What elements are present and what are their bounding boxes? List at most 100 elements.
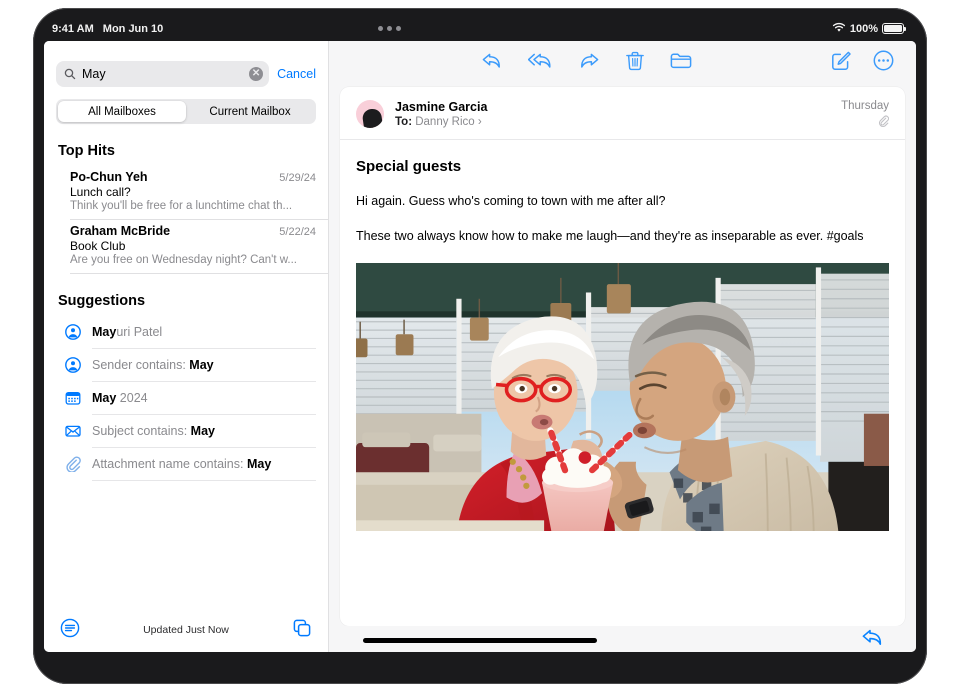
message-paragraph: Hi again. Guess who's coming to town wit… xyxy=(356,192,889,210)
suggestion-label: May 2024 xyxy=(92,391,148,405)
suggestion-match: May xyxy=(191,424,215,438)
message-detail-pane: Jasmine Garcia To: Danny Rico › Thursday xyxy=(329,41,916,652)
filter-lines-circle-icon[interactable] xyxy=(60,618,80,643)
suggestion-label: Sender contains: May xyxy=(92,358,214,372)
suggestions-heading: Suggestions xyxy=(44,274,328,316)
battery-full-icon xyxy=(882,23,904,34)
reply-arrow-icon[interactable] xyxy=(861,627,883,652)
suggestion-row-date[interactable]: May 2024 xyxy=(44,382,328,414)
message-header: Jasmine Garcia To: Danny Rico › Thursday xyxy=(340,87,905,140)
top-hit-subject: Lunch call? xyxy=(70,185,316,199)
top-hit-header: Po-Chun Yeh 5/29/24 xyxy=(70,170,316,184)
message-body: Special guests Hi again. Guess who's com… xyxy=(340,140,905,626)
message-meta: Thursday xyxy=(841,100,889,128)
status-bar-right: 100% xyxy=(832,22,916,36)
suggestion-match: May xyxy=(189,358,213,372)
avatar-hair xyxy=(362,108,384,128)
suggestion-rest: uri Patel xyxy=(116,325,162,339)
person-circle-icon xyxy=(64,357,81,374)
top-hit-preview: Are you free on Wednesday night? Can't w… xyxy=(70,254,316,266)
trash-icon[interactable] xyxy=(626,51,644,76)
compose-actions-group xyxy=(831,50,894,76)
suggestion-row-contact[interactable]: Mayuri Patel xyxy=(44,316,328,348)
message-toolbar xyxy=(329,41,916,85)
magnifier-icon xyxy=(64,68,76,80)
message-photo-attachment[interactable] xyxy=(356,263,889,531)
more-ellipsis-circle-icon[interactable] xyxy=(873,50,894,76)
suggestion-row-subject-contains[interactable]: Subject contains: May xyxy=(44,415,328,447)
message-from-block: Jasmine Garcia To: Danny Rico › xyxy=(395,100,830,128)
search-results-list: Top Hits Po-Chun Yeh 5/29/24 Lunch call?… xyxy=(44,124,328,608)
calendar-icon xyxy=(64,390,81,407)
multitasking-dots-icon[interactable] xyxy=(378,26,401,31)
battery-level xyxy=(884,25,902,32)
segment-all-mailboxes[interactable]: All Mailboxes xyxy=(58,101,186,122)
copy-stack-icon[interactable] xyxy=(292,618,312,643)
suggestion-match: May xyxy=(247,457,271,471)
mailbox-scope-segmented-control[interactable]: All Mailboxes Current Mailbox xyxy=(56,99,316,124)
forward-arrow-icon[interactable] xyxy=(579,51,600,75)
search-area: May ✕ Cancel xyxy=(44,41,328,87)
reply-arrow-icon[interactable] xyxy=(481,51,502,75)
search-input[interactable]: May ✕ xyxy=(56,61,269,87)
dot xyxy=(387,26,392,31)
status-time: 9:41 AM xyxy=(52,23,94,35)
top-hits-heading: Top Hits xyxy=(44,124,328,166)
suggestion-row-attachment-contains[interactable]: Attachment name contains: May xyxy=(44,448,328,480)
suggestion-prefix: Subject contains: xyxy=(92,424,191,438)
paperclip-icon xyxy=(841,115,889,128)
message-card: Jasmine Garcia To: Danny Rico › Thursday xyxy=(340,87,905,626)
dot xyxy=(378,26,383,31)
message-actions-group xyxy=(481,51,692,76)
list-divider xyxy=(92,480,316,481)
diner-photo xyxy=(356,263,889,531)
to-label: To: xyxy=(395,116,412,128)
suggestion-match: May xyxy=(92,325,116,339)
home-indicator xyxy=(363,638,597,643)
suggestion-match: May xyxy=(92,391,116,405)
top-hit-date: 5/22/24 xyxy=(279,226,316,238)
sidebar-bottom-toolbar: Updated Just Now xyxy=(44,608,328,652)
folder-icon[interactable] xyxy=(670,51,692,75)
top-hit-date: 5/29/24 xyxy=(279,172,316,184)
message-paragraph: These two always know how to make me lau… xyxy=(356,227,889,245)
suggestion-prefix: Sender contains: xyxy=(92,358,189,372)
paperclip-icon xyxy=(64,456,81,473)
updated-status-label: Updated Just Now xyxy=(44,624,328,636)
reply-all-arrow-icon[interactable] xyxy=(528,51,553,75)
search-row: May ✕ Cancel xyxy=(56,61,316,87)
top-hit-row[interactable]: Graham McBride 5/22/24 Book Club Are you… xyxy=(44,220,328,273)
envelope-icon xyxy=(64,423,81,440)
top-hit-header: Graham McBride 5/22/24 xyxy=(70,224,316,238)
status-date: Mon Jun 10 xyxy=(103,23,164,35)
ipad-device-frame: 9:41 AM Mon Jun 10 100% xyxy=(33,8,927,684)
top-hit-sender: Po-Chun Yeh xyxy=(70,170,279,184)
suggestion-label: Mayuri Patel xyxy=(92,325,162,339)
avatar xyxy=(356,100,384,128)
search-input-value: May xyxy=(82,67,243,81)
message-subject: Special guests xyxy=(356,158,889,175)
suggestion-label: Subject contains: May xyxy=(92,424,215,438)
message-recipient-line[interactable]: To: Danny Rico › xyxy=(395,116,830,128)
suggestion-label: Attachment name contains: May xyxy=(92,457,271,471)
person-circle-icon xyxy=(64,324,81,341)
mailbox-search-sidebar: May ✕ Cancel All Mailboxes Current Mailb… xyxy=(44,41,329,652)
top-hit-row[interactable]: Po-Chun Yeh 5/29/24 Lunch call? Think yo… xyxy=(44,166,328,219)
cancel-button[interactable]: Cancel xyxy=(277,67,316,81)
wifi-icon xyxy=(832,22,846,36)
chevron-right-icon: › xyxy=(478,116,482,128)
split-view: May ✕ Cancel All Mailboxes Current Mailb… xyxy=(44,41,916,652)
recipient-name: Danny Rico xyxy=(415,116,474,128)
top-hit-subject: Book Club xyxy=(70,239,316,253)
dot xyxy=(396,26,401,31)
suggestion-prefix: Attachment name contains: xyxy=(92,457,247,471)
clear-text-icon[interactable]: ✕ xyxy=(249,67,263,81)
segment-current-mailbox[interactable]: Current Mailbox xyxy=(186,101,314,122)
compose-pencil-icon[interactable] xyxy=(831,51,851,76)
suggestion-row-sender-contains[interactable]: Sender contains: May xyxy=(44,349,328,381)
status-bar: 9:41 AM Mon Jun 10 100% xyxy=(44,16,916,41)
battery-percent-label: 100% xyxy=(850,23,878,35)
message-sender-name: Jasmine Garcia xyxy=(395,100,830,114)
status-bar-left: 9:41 AM Mon Jun 10 xyxy=(44,23,163,35)
suggestion-rest: 2024 xyxy=(116,391,147,405)
